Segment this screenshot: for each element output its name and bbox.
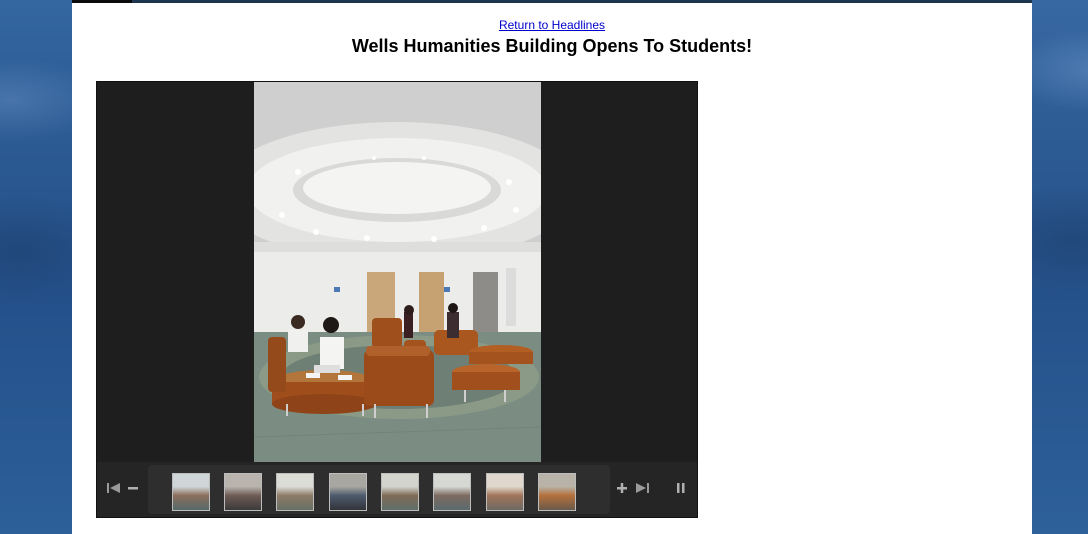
thumbnail-1[interactable]	[172, 473, 210, 511]
thumbnail-3[interactable]	[276, 473, 314, 511]
page-content: Return to Headlines Wells Humanities Bui…	[72, 0, 1032, 534]
return-to-headlines-link[interactable]: Return to Headlines	[72, 18, 1032, 32]
thumbnail-strip	[148, 465, 610, 514]
atrium-photo-illustration	[254, 82, 541, 462]
thumbnail-6[interactable]	[433, 473, 471, 511]
plus-icon[interactable]	[615, 482, 629, 498]
skip-to-start-icon[interactable]	[106, 482, 122, 498]
thumbnail-4[interactable]	[329, 473, 367, 511]
main-photo[interactable]	[254, 82, 541, 462]
thumbnail-8-selected[interactable]	[538, 473, 576, 511]
skip-to-end-icon[interactable]	[634, 482, 650, 498]
background-right	[1032, 0, 1088, 534]
page-title: Wells Humanities Building Opens To Stude…	[351, 36, 753, 56]
thumbnail-5[interactable]	[381, 473, 419, 511]
top-border-tab	[72, 0, 132, 3]
thumbnail-2[interactable]	[224, 473, 262, 511]
top-border	[72, 0, 1032, 3]
photo-gallery-viewer	[96, 81, 698, 518]
gallery-controls	[97, 462, 697, 517]
pause-icon[interactable]	[675, 482, 687, 498]
background-left	[0, 0, 72, 534]
minus-icon[interactable]	[127, 482, 139, 498]
thumbnail-7[interactable]	[486, 473, 524, 511]
